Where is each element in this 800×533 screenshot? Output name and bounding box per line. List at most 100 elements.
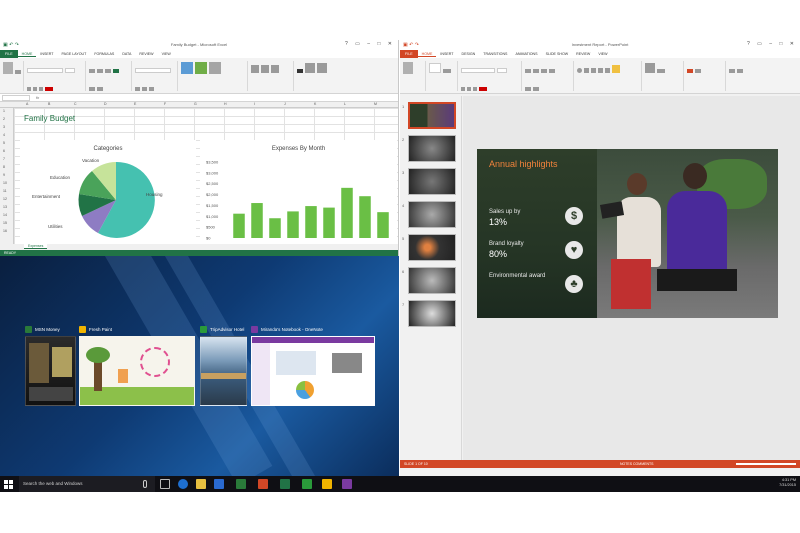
slide-number: 4 [402,203,405,208]
excel-taskbar-icon[interactable] [280,479,290,489]
ppt-arrange-group[interactable] [644,61,684,91]
expense-bar [233,213,245,238]
screen: ▣ ↶ ↷ Family Budget - Microsoft Excel ? … [0,40,800,492]
excel-tab-data[interactable]: DATA [118,52,135,56]
excel-tab-insert[interactable]: INSERT [36,52,57,56]
excel-window[interactable]: ▣ ↶ ↷ Family Budget - Microsoft Excel ? … [0,40,399,256]
ppt-font-group[interactable] [460,61,522,91]
slide-item-value[interactable]: 80% [489,249,507,259]
task-view-window-tripadvisor[interactable]: TripAdvisor Hotel [200,324,247,406]
ppt-window-controls[interactable]: ? ▭ – □ ✕ [747,41,797,47]
slide-item-value[interactable]: 13% [489,217,507,227]
categories-pie-chart[interactable]: Categories Vacation Education Entertainm… [20,140,196,244]
expenses-bar-chart[interactable]: Expenses By Month $3,500 $3,000 $2,500 $2,0… [200,140,397,244]
excel-tab-review[interactable]: REVIEW [135,52,157,56]
store-icon[interactable] [214,479,224,489]
formula-bar[interactable]: fx [0,94,398,102]
clock-date: 7/31/2015 [779,483,796,487]
current-slide[interactable]: Annual highlights Sales up by 13% $ Bran… [477,149,778,318]
number-group[interactable] [134,61,178,91]
ppt-tab-design[interactable]: DESIGN [458,52,480,56]
fresh-paint-icon [79,325,86,333]
slide-thumb-7[interactable] [408,300,456,327]
slide-thumb-2[interactable] [408,135,456,162]
slide-thumb-3[interactable] [408,168,456,195]
slide-item-label[interactable]: Environmental award [489,273,549,280]
styles-group[interactable] [180,61,248,91]
fresh-paint-taskbar-icon[interactable] [322,479,332,489]
sheet-tab-expenses[interactable]: Expenses [24,244,48,249]
powerpoint-taskbar-icon[interactable] [258,479,268,489]
ppt-clipboard-group[interactable] [402,61,426,91]
sheet-title[interactable]: Family Budget [24,114,75,123]
task-view-icon[interactable] [160,479,170,489]
ppt-drawing-group[interactable] [576,61,642,91]
task-view-window-fresh-paint[interactable]: Fresh Paint [79,324,195,406]
onenote-taskbar-icon[interactable] [342,479,352,489]
clipboard-group[interactable] [2,61,24,91]
ppt-tab-file[interactable]: FILE [400,50,418,58]
ppt-paragraph-group[interactable] [524,61,574,91]
excel-ribbon-tabs: FILE HOME INSERT PAGE LAYOUT FORMULAS DA… [0,50,398,58]
ppt-tab-insert[interactable]: INSERT [436,52,457,56]
excel-tab-view[interactable]: VIEW [158,52,175,56]
window-title: TripAdvisor Hotel [210,326,245,332]
person-body-left [617,197,661,267]
pie-label-housing: Housing [146,192,163,197]
slide-item-label[interactable]: Sales up by [489,209,520,216]
editing-group[interactable] [296,61,356,91]
ppt-editing-group[interactable] [728,61,768,91]
slide-thumb-6[interactable] [408,267,456,294]
task-view-desktop[interactable]: MSN Money Fresh Paint TripAdvisor Hotel [0,256,399,476]
ppt-slides-group[interactable] [428,61,458,91]
ppt-shape-styles-group[interactable] [686,61,726,91]
name-box[interactable] [2,95,30,101]
ppt-tab-view[interactable]: VIEW [594,52,611,56]
system-tray-clock[interactable]: 4:31 PM 7/31/2015 [779,478,796,488]
slide-thumbnail-pane: 1 2 3 4 5 6 7 [400,96,462,460]
microphone-icon[interactable] [143,480,147,488]
row-headers: 1 2 3 4 5 6 7 8 9 10 11 12 13 14 15 16 [0,108,14,244]
edge-icon[interactable] [178,479,188,489]
slide-thumb-4[interactable] [408,201,456,228]
ppt-tab-slide-show[interactable]: SLIDE SHOW [542,52,573,56]
excel-window-controls[interactable]: ? ▭ – □ ✕ [345,41,395,47]
powerpoint-window[interactable]: ▣ ↶ ↷ Investment Report - PowerPoint ? ▭… [400,40,800,476]
window-title: Miranda's Notebook - OneNote [261,326,323,332]
fx-icon[interactable]: fx [36,95,39,100]
bar-y-tick-label: $3,000 [206,170,219,175]
search-box[interactable]: Search the web and Windows [19,476,155,492]
taskbar: Search the web and Windows 4:31 PM 7/31/… [0,476,800,492]
ppt-tab-animations[interactable]: ANIMATIONS [511,52,541,56]
alignment-group[interactable] [88,61,132,91]
ppt-tab-transitions[interactable]: TRANSITIONS [479,52,511,56]
ppt-tab-review[interactable]: REVIEW [572,52,594,56]
slide-title[interactable]: Annual highlights [489,159,559,169]
msn-money-taskbar-icon[interactable] [236,479,246,489]
task-view-window-msn-money[interactable]: MSN Money [25,324,76,406]
excel-tab-file[interactable]: FILE [0,50,18,58]
slide-thumb-5[interactable] [408,234,456,261]
excel-tab-page-layout[interactable]: PAGE LAYOUT [58,52,91,56]
notes-comments-buttons[interactable]: NOTES COMMENTS [620,462,653,466]
dollar-icon: $ [565,207,583,225]
tripadvisor-preview [200,336,247,406]
file-explorer-icon[interactable] [196,479,206,489]
excel-tab-home[interactable]: HOME [17,52,37,57]
zoom-slider[interactable] [736,463,796,465]
task-view-window-onenote[interactable]: Miranda's Notebook - OneNote [251,324,375,406]
slide-item-label[interactable]: Brand loyalty [489,241,524,248]
powerpoint-title-bar: ▣ ↶ ↷ Investment Report - PowerPoint ? ▭… [400,40,800,50]
cells-group[interactable] [250,61,294,91]
font-group[interactable] [26,61,86,91]
slide-editing-area[interactable]: Annual highlights Sales up by 13% $ Bran… [463,96,800,460]
bar-y-tick-label: $1,500 [206,203,219,208]
expense-bar [305,206,317,238]
expense-bar [287,211,299,238]
excel-tab-formulas[interactable]: FORMULAS [90,52,118,56]
pants-shape [657,269,737,291]
tripadvisor-taskbar-icon[interactable] [302,479,312,489]
ppt-tab-home[interactable]: HOME [417,52,437,57]
slide-thumb-1[interactable] [408,102,456,129]
start-button[interactable] [4,480,13,489]
